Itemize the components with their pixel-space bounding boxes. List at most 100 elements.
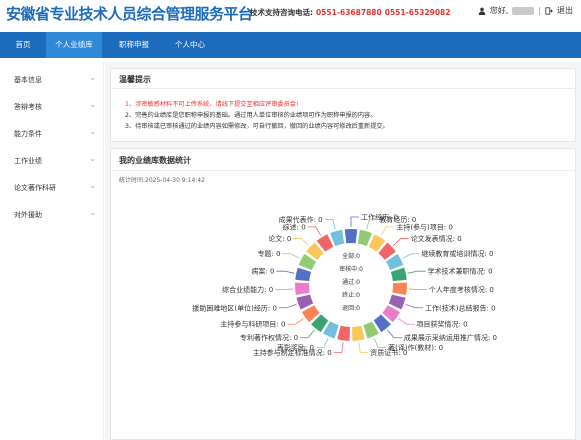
logout-link[interactable]: 退出 [557,5,573,16]
greeting: 您好, [489,6,509,15]
performance-donut-chart: 工作经历: 0教育经历: 0主持(参与)项目: 0论文发表情况: 0继续教育或培… [192,213,497,357]
chevron-down-icon: ⌄ [89,154,96,163]
user-icon [478,7,485,15]
label-leader-line [373,338,387,348]
stats-time-value: 2025-04-30 9:14:42 [145,177,205,184]
label-leader-line [333,342,344,353]
sidebar-item-label: 能力条件 [14,130,42,138]
stats-card: 我的业绩库数据统计 统计时间:2025-04-30 9:14:42 工作经历: … [110,148,577,440]
nav-performance-library[interactable]: 个人业绩库 [46,32,102,58]
label-leader-line [408,288,427,291]
pie-slice[interactable] [392,282,407,296]
sidebar-item-label: 基本信息 [14,76,42,84]
pie-slice[interactable] [357,229,373,247]
notice-line-3: 3、待审核或已审核通过的业绩内容如需修改，可自行撤回，撤回的业绩内容可修改后重新… [125,123,389,130]
pie-slice[interactable] [295,282,310,296]
label-leader-line [300,329,315,339]
label-leader-line [307,226,322,236]
logout-icon[interactable] [545,6,553,15]
slice-label: 学术技术兼职情况: 0 [428,267,493,276]
notice-card: 温馨提示 1、涉密敏感材料不可上传系统，请线下提交至相应评审委员会! 2、完善的… [110,68,577,142]
divider [111,88,577,89]
slice-label: 论文: 0 [268,234,291,243]
sidebar-item-ability[interactable]: 能力条件 ⌄ [0,126,104,142]
label-leader-line [402,253,420,259]
label-leader-line [276,270,295,274]
slice-label: 主持(参与)项目: 0 [396,222,453,231]
slice-label: 综合业绩能力: 0 [222,285,273,294]
center-status-count: 通过:0 [342,278,360,286]
pie-slice[interactable] [329,229,345,247]
slice-label: 表彰奖励: 0 [277,343,314,352]
pie-slice[interactable] [390,267,407,282]
nav-personal-center[interactable]: 个人中心 [164,32,216,58]
label-leader-line [380,226,395,236]
sidebar: 基本信息 ⌄ 答辩考核 ⌄ 能力条件 ⌄ 工作业绩 ⌄ 论文著作科研 ⌄ 对外援助 ⌄ [0,62,104,440]
slice-label: 资质证书: 0 [370,348,407,357]
slice-label: 论文发表情况: 0 [411,234,462,243]
pie-slice[interactable] [352,325,365,341]
label-leader-line [315,338,329,348]
chevron-down-icon: ⌄ [89,208,96,217]
notice-line-2: 2、完善的业绩库是您职称申报的基础。通过用人单位审核的业绩项可作为职称申报的内容… [125,112,377,119]
center-status-count: 全部:0 [342,252,360,260]
support-hotline: 技术支持咨询电话: 0551-63687880 0551-65329082 [250,7,451,18]
user-area: 您好, | 退出 [478,5,573,16]
top-nav: 首页 个人业绩库 职称申报 个人中心 [0,32,581,58]
stats-title: 我的业绩库数据统计 [119,156,191,165]
sidebar-item-basic-info[interactable]: 基本信息 ⌄ [0,72,104,88]
slice-label: 成果代表作: 0 [279,215,323,224]
hotline-label: 技术支持咨询电话: [250,8,313,17]
slice-label: 援助困难地区(单位)经历: 0 [192,303,277,312]
chevron-down-icon: ⌄ [89,181,96,190]
sidebar-item-papers-research[interactable]: 论文著作科研 ⌄ [0,180,104,196]
nav-title-application[interactable]: 职称申报 [108,32,160,58]
chevron-down-icon: ⌄ [89,73,96,82]
label-leader-line [405,304,424,309]
nav-home[interactable]: 首页 [0,32,46,58]
label-leader-line [287,318,304,325]
label-leader-line [293,238,309,246]
label-leader-line [324,219,336,230]
label-leader-line [275,288,294,291]
slice-label: 病案: 0 [251,267,274,276]
center-status-count: 终止:0 [342,291,360,299]
slice-label: 主持参与科研项目: 0 [220,320,285,329]
slice-label: 专利著作权情况: 0 [240,333,298,342]
label-leader-line [393,238,409,246]
divider: | [538,6,541,15]
label-leader-line [350,216,359,227]
main-content: 温馨提示 1、涉密敏感材料不可上传系统，请线下提交至相应评审委员会! 2、完善的… [105,62,581,440]
divider [111,170,577,171]
center-status-count: 审核中:0 [339,265,363,273]
sidebar-item-label: 论文著作科研 [14,184,56,192]
sidebar-item-label: 对外援助 [14,211,42,219]
notice-line-1: 1、涉密敏感材料不可上传系统，请线下提交至相应评审委员会! [125,101,299,108]
slice-label: 工作(技术)总结报告: 0 [425,303,496,312]
hotline-number-1: 0551-63687880 [316,8,382,17]
pie-slice[interactable] [344,229,358,244]
chevron-down-icon: ⌄ [89,100,96,109]
sidebar-item-work-performance[interactable]: 工作业绩 ⌄ [0,153,104,169]
stats-time-label: 统计时间: [119,177,146,184]
site-logo[interactable]: 安徽省专业技术人员综合管理服务平台 [6,3,253,24]
label-leader-line [387,329,402,339]
sidebar-item-label: 答辩考核 [14,103,42,111]
sidebar-item-defense[interactable]: 答辩考核 ⌄ [0,99,104,115]
notice-title: 温馨提示 [119,75,151,84]
slice-label: 专题: 0 [258,249,281,258]
label-leader-line [282,253,300,259]
pie-slice[interactable] [337,325,350,341]
sidebar-item-label: 工作业绩 [14,157,42,165]
center-status-count: 退回:0 [342,304,360,312]
label-leader-line [407,270,426,274]
label-leader-line [398,318,415,325]
slice-label: 项目获奖情况: 0 [417,320,468,329]
pie-slice[interactable] [295,267,312,282]
sidebar-item-foreign-aid[interactable]: 对外援助 ⌄ [0,207,104,223]
hotline-number-2: 0551-65329082 [384,8,451,17]
chevron-down-icon: ⌄ [89,127,96,136]
label-leader-line [278,304,297,309]
slice-label: 成果展示采纳运用推广情况: 0 [404,333,497,342]
slice-label: 继续教育或培训情况: 0 [421,249,493,258]
